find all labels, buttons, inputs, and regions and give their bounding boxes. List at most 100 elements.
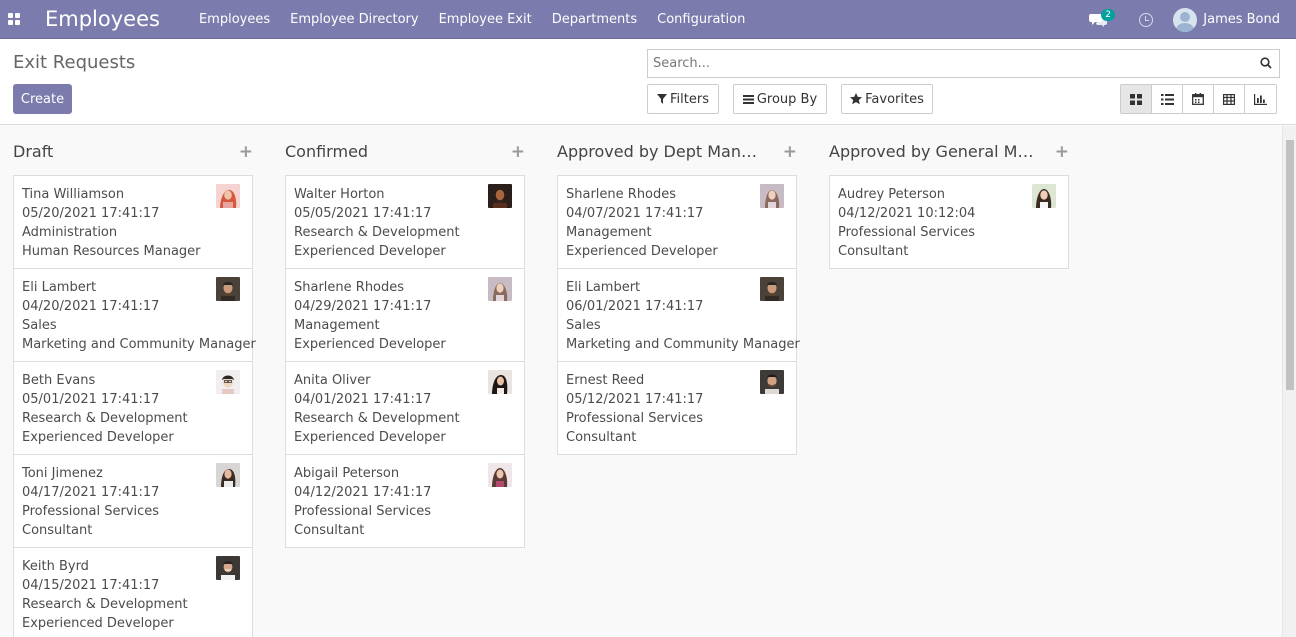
column-title[interactable]: Approved by General Man... — [829, 142, 1034, 161]
department: Professional Services — [22, 504, 160, 519]
menu-item-employee-exit[interactable]: Employee Exit — [439, 12, 532, 27]
card-list: Walter Horton 05/05/2021 17:41:17 Resear… — [285, 175, 525, 548]
employee-name: Eli Lambert — [22, 280, 97, 295]
scrollbar-thumb[interactable] — [1286, 140, 1294, 390]
department: Professional Services — [838, 225, 976, 240]
employee-name: Walter Horton — [294, 187, 385, 202]
user-avatar[interactable] — [1173, 7, 1198, 32]
employee-photo — [760, 184, 784, 208]
kanban-card[interactable]: Walter Horton 05/05/2021 17:41:17 Resear… — [286, 176, 524, 269]
menu-item-employee-directory[interactable]: Employee Directory — [290, 12, 418, 27]
quick-create-plus-icon[interactable]: + — [511, 142, 525, 162]
page-title: Exit Requests — [13, 52, 136, 73]
search-icon[interactable] — [1260, 57, 1272, 69]
department: Research & Development — [294, 411, 460, 426]
employee-name: Toni Jimenez — [22, 466, 103, 481]
employee-photo — [760, 277, 784, 301]
card-list: Sharlene Rhodes 04/07/2021 17:41:17 Mana… — [557, 175, 800, 455]
kanban-board: Draft + Tina Williamson 05/20/2021 17:41… — [0, 126, 1282, 637]
column-title[interactable]: Approved by Dept Manager — [557, 142, 762, 161]
column-header: Approved by Dept Manager + — [557, 142, 797, 162]
job-title: Consultant — [294, 523, 365, 538]
employee-name: Sharlene Rhodes — [294, 280, 405, 295]
vertical-scrollbar[interactable] — [1282, 126, 1296, 637]
request-date: 05/20/2021 17:41:17 — [22, 206, 160, 221]
kanban-card[interactable]: Eli Lambert 04/20/2021 17:41:17 Sales Ma… — [14, 269, 256, 362]
job-title: Experienced Developer — [22, 430, 174, 445]
chat-icon[interactable]: 2 — [1089, 8, 1115, 30]
search-box — [647, 49, 1280, 78]
graph-view-icon[interactable] — [1245, 85, 1276, 113]
column-title[interactable]: Confirmed — [285, 142, 368, 161]
request-date: 04/12/2021 10:12:04 — [838, 206, 976, 221]
employee-name: Eli Lambert — [566, 280, 641, 295]
department: Research & Development — [22, 597, 188, 612]
user-name[interactable]: James Bond — [1203, 12, 1280, 27]
kanban-view-icon[interactable] — [1121, 85, 1152, 113]
menu-item-employees[interactable]: Employees — [199, 12, 270, 27]
systray: 2 James Bond — [1089, 0, 1280, 39]
control-panel: Exit Requests Create Filters Group By Fa… — [0, 39, 1296, 125]
bars-icon — [742, 94, 754, 104]
kanban-card[interactable]: Abigail Peterson 04/12/2021 17:41:17 Pro… — [286, 455, 524, 548]
quick-create-plus-icon[interactable]: + — [239, 142, 253, 162]
menu-item-configuration[interactable]: Configuration — [657, 12, 745, 27]
employee-name: Sharlene Rhodes — [566, 187, 677, 202]
request-date: 04/07/2021 17:41:17 — [566, 206, 704, 221]
filter-icon — [657, 94, 668, 104]
kanban-card[interactable]: Anita Oliver 04/01/2021 17:41:17 Researc… — [286, 362, 524, 455]
request-date: 05/12/2021 17:41:17 — [566, 392, 704, 407]
employee-name: Tina Williamson — [22, 187, 125, 202]
column-title[interactable]: Draft — [13, 142, 53, 161]
request-date: 04/12/2021 17:41:17 — [294, 485, 432, 500]
employee-name: Abigail Peterson — [294, 466, 400, 481]
kanban-card[interactable]: Audrey Peterson 04/12/2021 10:12:04 Prof… — [830, 176, 1068, 269]
top-navbar: Employees Employees Employee Directory E… — [0, 0, 1296, 39]
main-menu: Employees Employee Directory Employee Ex… — [199, 12, 765, 27]
menu-item-departments[interactable]: Departments — [552, 12, 637, 27]
app-brand[interactable]: Employees — [45, 7, 160, 31]
apps-menu-icon[interactable] — [0, 0, 28, 39]
card-list: Tina Williamson 05/20/2021 17:41:17 Admi… — [13, 175, 256, 637]
group-by-button[interactable]: Group By — [733, 84, 827, 114]
employee-name: Anita Oliver — [294, 373, 371, 388]
department: Management — [566, 225, 652, 240]
search-input[interactable] — [648, 50, 1238, 77]
department: Research & Development — [22, 411, 188, 426]
activity-clock-icon[interactable] — [1139, 12, 1154, 27]
request-date: 04/20/2021 17:41:17 — [22, 299, 160, 314]
favorites-button[interactable]: Favorites — [841, 84, 933, 114]
list-view-icon[interactable] — [1152, 85, 1183, 113]
quick-create-plus-icon[interactable]: + — [1055, 142, 1069, 162]
favorites-label: Favorites — [865, 91, 924, 107]
employee-photo — [216, 463, 240, 487]
job-title: Consultant — [22, 523, 93, 538]
employee-photo — [488, 277, 512, 301]
kanban-card[interactable]: Sharlene Rhodes 04/07/2021 17:41:17 Mana… — [558, 176, 796, 269]
kanban-card[interactable]: Toni Jimenez 04/17/2021 17:41:17 Profess… — [14, 455, 252, 548]
kanban-card[interactable]: Ernest Reed 05/12/2021 17:41:17 Professi… — [558, 362, 796, 455]
employee-name: Beth Evans — [22, 373, 96, 388]
request-date: 05/01/2021 17:41:17 — [22, 392, 160, 407]
pivot-view-icon[interactable] — [1214, 85, 1245, 113]
job-title: Marketing and Community Manager — [566, 337, 800, 352]
calendar-view-icon[interactable] — [1183, 85, 1214, 113]
quick-create-plus-icon[interactable]: + — [783, 142, 797, 162]
job-title: Experienced Developer — [566, 244, 718, 259]
create-button[interactable]: Create — [13, 84, 72, 114]
kanban-card[interactable]: Eli Lambert 06/01/2021 17:41:17 Sales Ma… — [558, 269, 800, 362]
kanban-card[interactable]: Beth Evans 05/01/2021 17:41:17 Research … — [14, 362, 252, 455]
kanban-card[interactable]: Tina Williamson 05/20/2021 17:41:17 Admi… — [14, 176, 252, 269]
employee-photo — [760, 370, 784, 394]
filters-button[interactable]: Filters — [647, 84, 719, 114]
job-title: Marketing and Community Manager — [22, 337, 256, 352]
filters-label: Filters — [670, 91, 709, 107]
job-title: Consultant — [838, 244, 909, 259]
employee-name: Keith Byrd — [22, 559, 89, 574]
request-date: 04/29/2021 17:41:17 — [294, 299, 432, 314]
employee-name: Audrey Peterson — [838, 187, 946, 202]
kanban-card[interactable]: Sharlene Rhodes 04/29/2021 17:41:17 Mana… — [286, 269, 524, 362]
kanban-card[interactable]: Keith Byrd 04/15/2021 17:41:17 Research … — [14, 548, 252, 637]
employee-photo — [216, 277, 240, 301]
department: Administration — [22, 225, 118, 240]
